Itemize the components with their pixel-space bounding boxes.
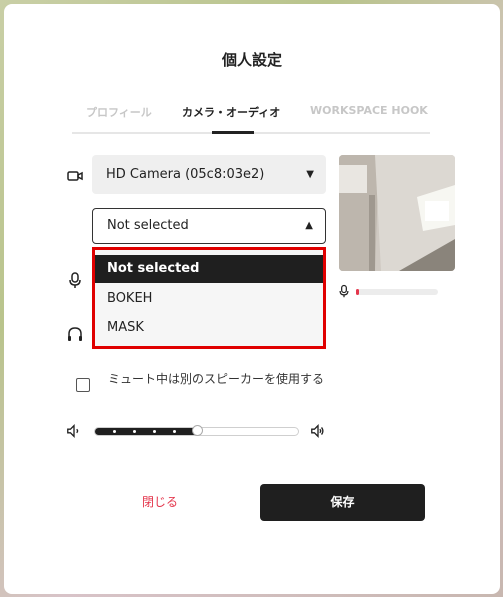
background-effect-dropdown: Not selected BOKEH MASK [92,247,326,349]
microphone-level-meter [356,289,438,295]
caret-down-icon: ▼ [306,169,314,180]
volume-slider-fill [95,428,198,435]
settings-dialog: 個人設定 プロフィール カメラ・オーディオ WORKSPACE HOOK HD … [4,4,500,594]
mute-speaker-label: ミュート中は別のスピーカーを使用する [108,372,325,386]
option-mask[interactable]: MASK [95,314,323,342]
camera-select[interactable]: HD Camera (05c8:03e2) ▼ [92,155,326,194]
camera-preview-image [339,155,455,271]
tab-camera-audio[interactable]: カメラ・オーディオ [182,104,280,120]
active-tab-indicator [212,131,254,134]
camera-preview [339,155,455,271]
tab-workspace-hook[interactable]: WORKSPACE HOOK [310,104,428,117]
background-effect-value: Not selected [107,218,189,233]
preview-microphone-icon [339,284,349,298]
option-bokeh[interactable]: BOKEH [95,285,323,313]
slider-tick [173,430,176,433]
caret-up-icon: ▲ [305,220,313,231]
headphones-icon [68,327,82,341]
speaker-low-icon [67,424,79,438]
save-button[interactable]: 保存 [260,484,425,521]
slider-tick [113,430,116,433]
option-not-selected[interactable]: Not selected [95,255,323,283]
tab-profile[interactable]: プロフィール [86,104,152,120]
background-effect-select[interactable]: Not selected ▲ [92,208,326,244]
microphone-level-fill [356,289,359,295]
volume-slider[interactable] [94,425,299,436]
camera-icon [67,171,83,181]
close-button[interactable]: 閉じる [130,487,190,517]
speaker-high-icon [311,424,324,438]
slider-tick [153,430,156,433]
dialog-title: 個人設定 [221,51,282,69]
camera-select-value: HD Camera (05c8:03e2) [106,167,265,182]
microphone-icon [69,272,81,288]
volume-slider-handle[interactable] [191,425,203,436]
mute-speaker-checkbox[interactable] [76,378,90,392]
tab-bar: プロフィール カメラ・オーディオ WORKSPACE HOOK [72,100,430,134]
slider-tick [133,430,136,433]
